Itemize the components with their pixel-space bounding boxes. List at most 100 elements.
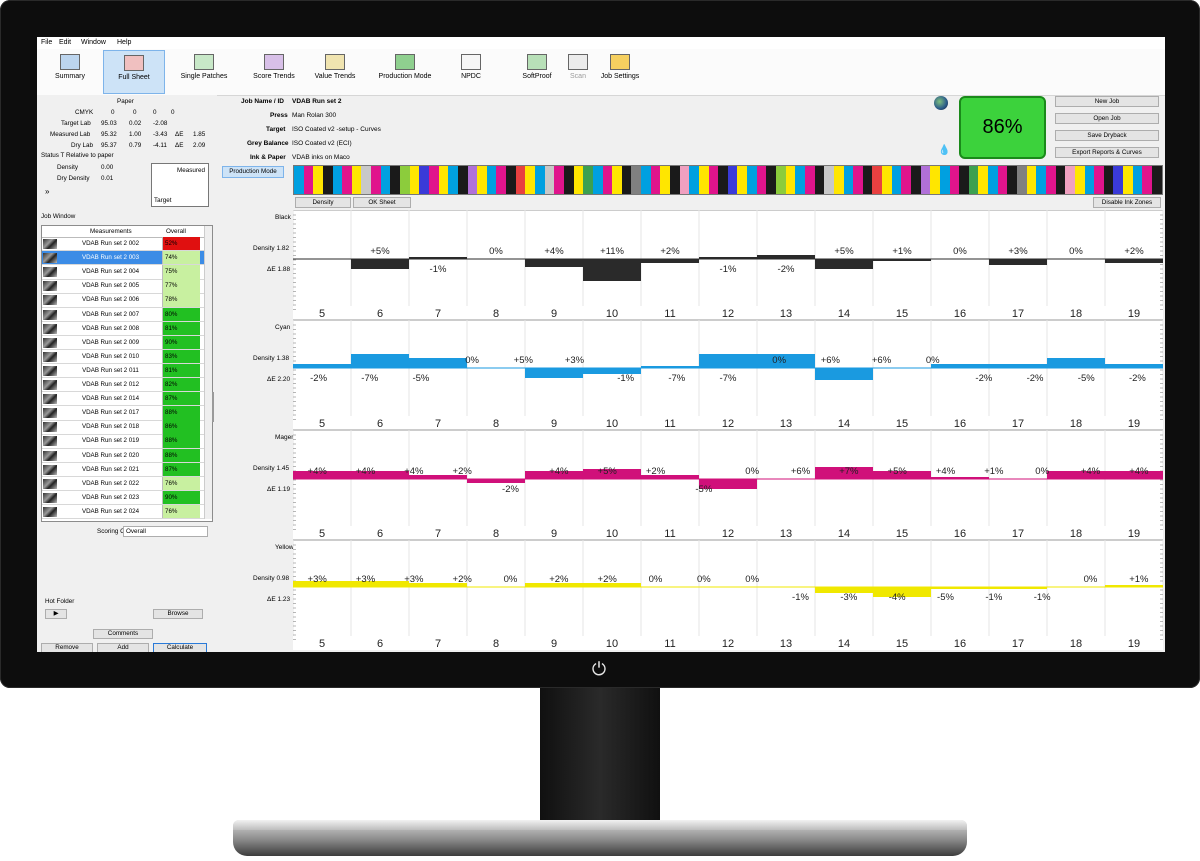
power-icon[interactable]: ⏻: [589, 659, 609, 679]
job-thumbnail-icon: [43, 464, 57, 475]
open-job-button[interactable]: Open Job: [1055, 113, 1159, 124]
job-settings-icon: [610, 54, 630, 70]
ok-sheet-tab[interactable]: OK Sheet: [353, 197, 411, 208]
job-row[interactable]: VDAB Run set 2 018 86%: [42, 420, 204, 435]
expand-icon[interactable]: »: [45, 187, 49, 196]
job-row-name: VDAB Run set 2 022: [81, 479, 140, 487]
job-row-score: 78%: [162, 293, 200, 307]
job-row[interactable]: VDAB Run set 2 020 88%: [42, 448, 204, 463]
de-caption: ΔE: [267, 486, 278, 493]
toolbar-label: Summary: [55, 73, 85, 80]
zone-number-label: 15: [896, 638, 908, 650]
density-tab[interactable]: Density: [295, 197, 351, 208]
remove-button[interactable]: Remove: [41, 643, 93, 652]
toolbar-summary-button[interactable]: Summary: [40, 50, 100, 94]
job-grid[interactable]: Measurements Overall VDAB Run set 2 002 5…: [41, 225, 213, 522]
color-patch: [428, 166, 439, 194]
job-row[interactable]: VDAB Run set 2 002 52%: [42, 237, 204, 252]
toolbar-scan-button[interactable]: Scan: [565, 50, 591, 94]
job-thumbnail-icon: [43, 295, 57, 306]
ink-delta-label: -2%: [778, 264, 795, 275]
toolbar-score-trends-button[interactable]: Score Trends: [245, 50, 303, 94]
color-patch: [303, 166, 314, 194]
ink-drop-icon[interactable]: 💧: [938, 145, 950, 156]
ink-delta-e: ΔE 1.88: [267, 266, 290, 273]
zone-number-label: 8: [493, 418, 499, 430]
calculate-button[interactable]: Calculate: [153, 643, 207, 652]
browse-button[interactable]: Browse: [153, 609, 203, 619]
export-reports-button[interactable]: Export Reports & Curves: [1055, 147, 1159, 158]
job-row[interactable]: VDAB Run set 2 005 77%: [42, 279, 204, 294]
menu-file[interactable]: File: [41, 39, 52, 46]
color-patch: [612, 166, 622, 194]
density-value: 0.00: [101, 164, 114, 171]
production-mode-button[interactable]: Production Mode: [222, 166, 284, 178]
ink-bar: [1105, 585, 1163, 587]
dry-density-value: 0.01: [101, 175, 114, 182]
toolbar-softproof-button[interactable]: SoftProof: [513, 50, 561, 94]
toolbar-npdc-button[interactable]: NPDC: [449, 50, 493, 94]
menu-edit[interactable]: Edit: [59, 39, 71, 46]
zone-number-label: 11: [664, 418, 675, 430]
new-job-button[interactable]: New Job: [1055, 96, 1159, 107]
target-lab-l: 95.03: [101, 120, 117, 127]
job-row[interactable]: VDAB Run set 2 019 88%: [42, 434, 204, 449]
toolbar-job-settings-button[interactable]: Job Settings: [597, 50, 643, 94]
job-row[interactable]: VDAB Run set 2 021 87%: [42, 462, 204, 477]
toolbar-value-trends-button[interactable]: Value Trends: [307, 50, 363, 94]
ink-delta-label: -1%: [985, 592, 1002, 603]
job-row[interactable]: VDAB Run set 2 023 90%: [42, 490, 204, 506]
job-thumbnail-icon: [43, 323, 57, 334]
job-row[interactable]: VDAB Run set 2 014 87%: [42, 392, 204, 407]
color-patch: [438, 166, 449, 194]
job-row[interactable]: VDAB Run set 2 024 76%: [42, 504, 204, 520]
toolbar-single-patches-button[interactable]: Single Patches: [171, 50, 237, 94]
comments-button[interactable]: Comments: [93, 629, 153, 639]
save-dryback-button[interactable]: Save Dryback: [1055, 130, 1159, 141]
zone-number-label: 10: [606, 418, 618, 430]
job-row[interactable]: VDAB Run set 2 022 76%: [42, 476, 204, 492]
job-row-name: VDAB Run set 2 002: [81, 240, 140, 247]
globe-icon[interactable]: [934, 96, 948, 110]
add-button[interactable]: Add: [97, 643, 149, 652]
disable-ink-zones-button[interactable]: Disable Ink Zones: [1093, 197, 1161, 208]
job-row[interactable]: VDAB Run set 2 004 75%: [42, 265, 204, 280]
dry-lab-a: 0.79: [129, 142, 142, 149]
job-row[interactable]: VDAB Run set 2 010 83%: [42, 349, 204, 365]
job-row[interactable]: VDAB Run set 2 012 82%: [42, 378, 204, 393]
de-caption: ΔE: [267, 266, 278, 273]
job-grid-scrollbar[interactable]: [204, 226, 212, 519]
job-row[interactable]: VDAB Run set 2 003 74%: [42, 251, 204, 266]
ink-bar: [1105, 259, 1163, 263]
job-row[interactable]: VDAB Run set 2 011 81%: [42, 363, 204, 379]
job-thumbnail-icon: [43, 492, 57, 503]
job-row-name: VDAB Run set 2 012: [81, 381, 140, 388]
cmyk-label: CMYK: [75, 109, 94, 116]
job-row[interactable]: VDAB Run set 2 009 90%: [42, 335, 204, 351]
ink-delta-label: +2%: [453, 574, 473, 585]
ink-bar: [409, 358, 467, 368]
job-row[interactable]: VDAB Run set 2 017 88%: [42, 406, 204, 421]
dry-lab-l: 95.37: [101, 142, 117, 149]
toolbar-production-mode-button[interactable]: Production Mode: [367, 50, 443, 94]
job-thumbnail-icon: [43, 253, 57, 264]
zone-number-label: 5: [319, 638, 325, 650]
job-thumbnail-icon: [43, 394, 57, 405]
panel-splitter[interactable]: [212, 392, 214, 422]
hot-folder-play-button[interactable]: ▶: [45, 609, 67, 619]
ink-delta-label: -7%: [720, 373, 737, 384]
job-row[interactable]: VDAB Run set 2 008 81%: [42, 321, 204, 336]
menu-window[interactable]: Window: [81, 39, 106, 46]
ink-delta-label: +2%: [453, 466, 473, 477]
scoring-select[interactable]: Overall: [123, 526, 208, 537]
ink-bar: [815, 368, 873, 380]
job-thumbnail-icon: [43, 506, 57, 517]
zone-number-label: 18: [1070, 418, 1082, 430]
menu-help[interactable]: Help: [117, 39, 131, 46]
job-row[interactable]: VDAB Run set 2 007 80%: [42, 307, 204, 322]
toolbar-full-sheet-button[interactable]: Full Sheet: [103, 50, 165, 94]
target-lab-label: Target Lab: [61, 120, 91, 127]
monitor-stand-base-top: [233, 820, 967, 830]
job-row[interactable]: VDAB Run set 2 006 78%: [42, 293, 204, 308]
zone-number-label: 16: [954, 308, 966, 320]
